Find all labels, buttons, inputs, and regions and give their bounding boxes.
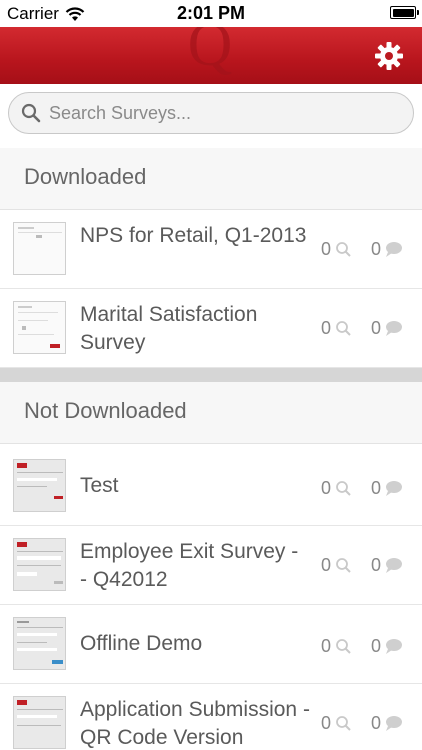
magnifier-icon bbox=[336, 242, 351, 257]
app-logo: Q bbox=[188, 27, 233, 79]
magnifier-icon bbox=[336, 481, 351, 496]
survey-thumbnail bbox=[13, 696, 66, 749]
svg-text:Q: Q bbox=[188, 27, 233, 79]
speech-bubble-icon bbox=[386, 321, 403, 336]
magnifier-icon bbox=[336, 558, 351, 573]
comment-count: 0 bbox=[371, 478, 403, 499]
survey-row[interactable]: Employee Exit Survey - - Q42012 0 0 bbox=[0, 526, 422, 605]
speech-bubble-icon bbox=[386, 242, 403, 257]
survey-title: Marital Satisfaction Survey bbox=[80, 303, 258, 354]
battery-icon bbox=[390, 6, 419, 19]
search-icon bbox=[21, 103, 41, 123]
search-area bbox=[0, 84, 422, 148]
speech-bubble-icon bbox=[386, 481, 403, 496]
survey-title: Offline Demo bbox=[80, 632, 203, 655]
survey-thumbnail bbox=[13, 222, 66, 275]
response-count: 0 bbox=[321, 239, 352, 260]
comment-count: 0 bbox=[371, 555, 403, 576]
battery-fill bbox=[392, 8, 414, 17]
search-box[interactable] bbox=[8, 92, 414, 134]
survey-thumbnail bbox=[13, 538, 66, 591]
speech-bubble-icon bbox=[386, 716, 403, 731]
section-separator bbox=[0, 368, 422, 382]
survey-row[interactable]: Offline Demo 0 0 bbox=[0, 605, 422, 684]
section-header-downloaded: Downloaded bbox=[0, 148, 422, 210]
comment-count: 0 bbox=[371, 239, 403, 260]
comment-count: 0 bbox=[371, 636, 403, 657]
section-header-not-downloaded: Not Downloaded bbox=[0, 382, 422, 444]
section-label-not-downloaded: Not Downloaded bbox=[24, 398, 187, 423]
survey-title: Employee Exit Survey - - Q42012 bbox=[80, 540, 299, 591]
section-label-downloaded: Downloaded bbox=[24, 164, 147, 189]
survey-row[interactable]: Application Submission - QR Code Version… bbox=[0, 684, 422, 750]
survey-title: Application Submission - QR Code Version bbox=[80, 698, 310, 749]
survey-row[interactable]: NPS for Retail, Q1-2013 0 0 bbox=[0, 210, 422, 289]
search-input[interactable] bbox=[49, 102, 379, 124]
response-count: 0 bbox=[321, 555, 352, 576]
survey-row[interactable]: Test 0 0 bbox=[0, 447, 422, 526]
response-count: 0 bbox=[321, 636, 352, 657]
response-count: 0 bbox=[321, 478, 352, 499]
survey-title: Test bbox=[80, 474, 119, 497]
status-time: 2:01 PM bbox=[176, 3, 246, 23]
survey-thumbnail bbox=[13, 617, 66, 670]
comment-count: 0 bbox=[371, 318, 403, 339]
speech-bubble-icon bbox=[386, 558, 403, 573]
survey-thumbnail bbox=[13, 301, 66, 354]
app-header: Q bbox=[0, 27, 422, 84]
comment-count: 0 bbox=[371, 713, 403, 734]
status-bar: Carrier 2:01 PM bbox=[0, 0, 422, 27]
survey-title: NPS for Retail, Q1-2013 bbox=[80, 224, 307, 247]
magnifier-icon bbox=[336, 639, 351, 654]
response-count: 0 bbox=[321, 713, 352, 734]
response-count: 0 bbox=[321, 318, 352, 339]
speech-bubble-icon bbox=[386, 639, 403, 654]
survey-thumbnail bbox=[13, 459, 66, 512]
magnifier-icon bbox=[336, 321, 351, 336]
survey-row[interactable]: Marital Satisfaction Survey 0 0 bbox=[0, 289, 422, 368]
gear-icon[interactable] bbox=[374, 41, 404, 71]
magnifier-icon bbox=[336, 716, 351, 731]
